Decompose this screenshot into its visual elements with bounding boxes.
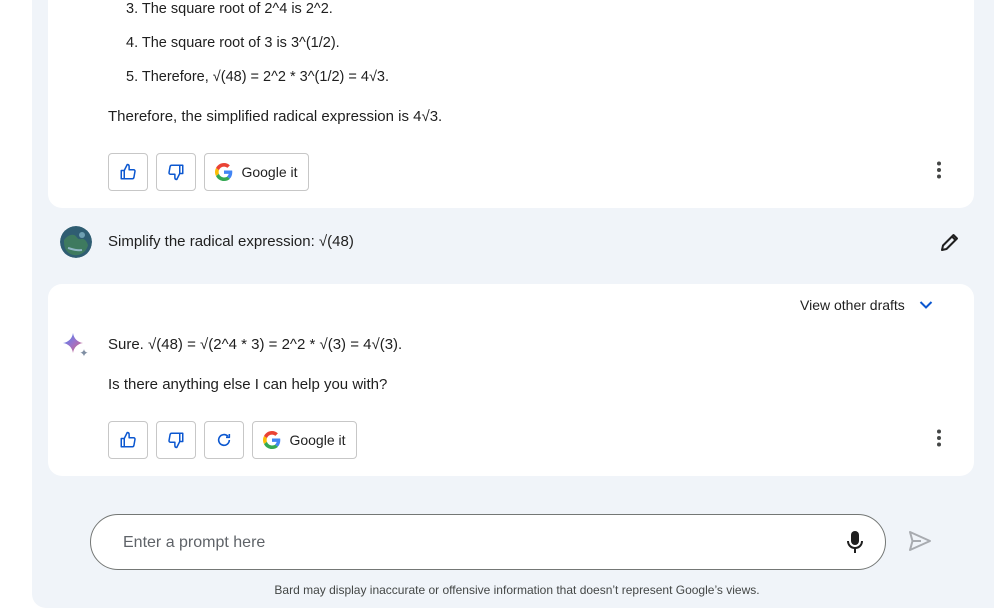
google-it-button[interactable]: Google it [252,421,357,459]
more-options-button[interactable] [927,426,951,450]
google-it-label: Google it [289,432,346,448]
google-it-button[interactable]: Google it [204,153,309,191]
thumbs-down-icon [168,432,184,449]
thumbs-up-icon [120,431,136,448]
google-it-label: Google it [241,164,298,180]
avatar-icon [60,226,92,258]
response-conclusion: Therefore, the simplified radical expres… [108,108,443,125]
thumbs-up-icon [120,163,136,180]
thumbs-up-button[interactable] [108,153,148,191]
prompt-box [90,514,886,570]
user-query-text: Simplify the radical expression: √(48) [108,233,354,250]
thumbs-down-button[interactable] [156,421,196,459]
response-answer: Sure. √(48) = √(2^4 * 3) = 2^2 * √(3) = … [108,336,403,353]
send-icon [909,531,931,551]
view-drafts-label: View other drafts [800,297,905,313]
google-g-icon [263,431,281,449]
voice-input-button[interactable] [843,529,867,555]
bard-logo [60,331,90,361]
pencil-icon [941,234,958,251]
thumbs-up-button[interactable] [108,421,148,459]
response-step: 4. The square root of 3 is 3^(1/2). [126,35,340,51]
send-button[interactable] [907,529,933,553]
thumbs-down-icon [168,164,184,181]
bard-sparkle-icon [63,333,88,357]
response-followup: Is there anything else I can help you wi… [108,376,388,393]
google-g-icon [215,163,233,181]
regenerate-button[interactable] [204,421,244,459]
refresh-icon [217,433,231,447]
more-vert-icon [937,161,941,179]
view-other-drafts-button[interactable]: View other drafts [800,297,933,313]
more-options-button[interactable] [927,158,951,182]
response-step: 5. Therefore, √(48) = 2^2 * 3^(1/2) = 4√… [126,69,390,85]
user-avatar[interactable] [60,226,92,258]
thumbs-down-button[interactable] [156,153,196,191]
disclaimer-text: Bard may display inaccurate or offensive… [274,583,760,597]
mic-icon [847,531,863,553]
edit-query-button[interactable] [938,230,962,254]
prompt-input[interactable] [121,531,805,555]
response-step: 3. The square root of 2^4 is 2^2. [126,1,333,17]
more-vert-icon [937,429,941,447]
chevron-down-icon [919,301,933,309]
